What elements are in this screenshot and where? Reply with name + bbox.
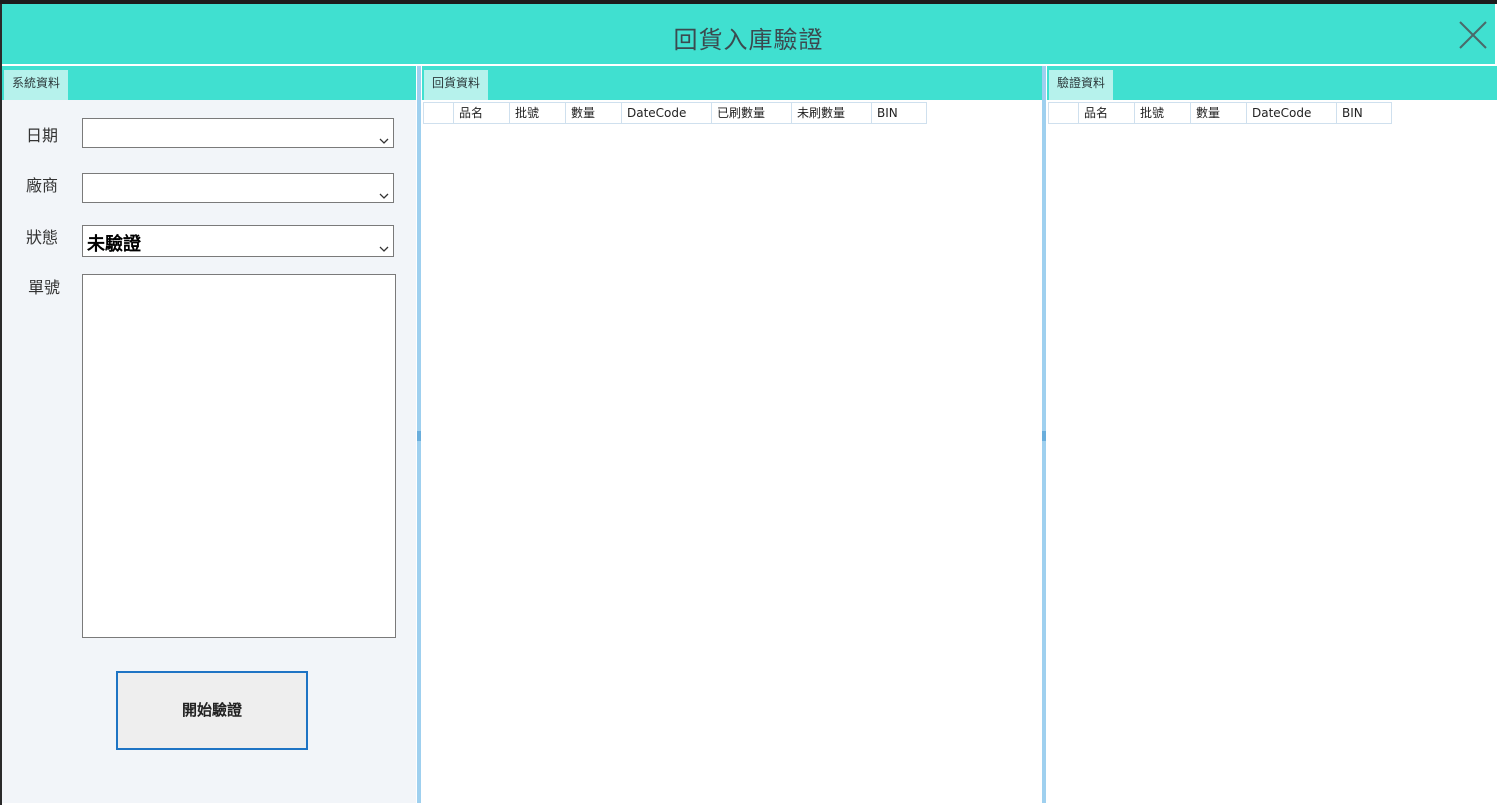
status-label: 狀態 xyxy=(25,228,58,247)
order-number-textarea[interactable] xyxy=(82,274,396,638)
column-header[interactable]: 品名 xyxy=(1079,103,1135,123)
start-verify-button[interactable]: 開始驗證 xyxy=(116,671,308,750)
vendor-combobox[interactable] xyxy=(82,173,394,203)
column-header[interactable]: 已刷數量 xyxy=(712,103,792,123)
vendor-label: 廠商 xyxy=(25,176,58,195)
chevron-down-icon xyxy=(379,130,389,149)
column-header[interactable]: 數量 xyxy=(1191,103,1247,123)
tab-verify-data[interactable]: 驗證資料 xyxy=(1049,70,1114,100)
grid-row-header xyxy=(424,103,454,123)
return-data-header: 回貨資料 xyxy=(422,66,1042,100)
return-data-grid[interactable]: 品名 批號 數量 DateCode 已刷數量 未刷數量 BIN xyxy=(423,102,927,124)
column-header[interactable]: 批號 xyxy=(510,103,566,123)
chevron-down-icon xyxy=(379,238,389,257)
column-header[interactable]: DateCode xyxy=(622,103,712,123)
verify-data-panel: 驗證資料 品名 批號 數量 DateCode BIN xyxy=(1047,66,1497,803)
window-title: 回貨入庫驗證 xyxy=(673,26,824,54)
column-header[interactable]: DateCode xyxy=(1247,103,1337,123)
return-data-panel: 回貨資料 品名 批號 數量 DateCode 已刷數量 未刷數量 BIN xyxy=(422,66,1042,803)
column-header[interactable]: 批號 xyxy=(1135,103,1191,123)
status-value: 未驗證 xyxy=(87,234,141,255)
splitter-handle[interactable] xyxy=(417,431,421,441)
system-data-header: 系統資料 xyxy=(2,66,416,100)
title-bar: 回貨入庫驗證 xyxy=(2,4,1495,64)
date-label: 日期 xyxy=(25,126,58,145)
splitter-left[interactable] xyxy=(417,66,421,803)
tab-system-data[interactable]: 系統資料 xyxy=(4,70,69,100)
chevron-down-icon xyxy=(379,185,389,204)
system-data-panel: 系統資料 日期 廠商 狀態 未驗證 單號 開始驗證 xyxy=(2,66,416,803)
grid-row-header xyxy=(1049,103,1079,123)
app-window: 回貨入庫驗證 系統資料 日期 廠商 狀態 未驗證 單號 開始驗證 回貨資料 品名… xyxy=(0,0,1497,805)
column-header[interactable]: 品名 xyxy=(454,103,510,123)
close-icon[interactable] xyxy=(1458,20,1488,50)
verify-data-header: 驗證資料 xyxy=(1047,66,1497,100)
column-header[interactable]: BIN xyxy=(872,103,926,123)
verify-data-grid[interactable]: 品名 批號 數量 DateCode BIN xyxy=(1048,102,1392,124)
splitter-right[interactable] xyxy=(1042,66,1046,803)
splitter-handle[interactable] xyxy=(1042,431,1046,441)
status-combobox[interactable]: 未驗證 xyxy=(82,225,394,257)
column-header[interactable]: 未刷數量 xyxy=(792,103,872,123)
order-label: 單號 xyxy=(27,278,60,297)
tab-return-data[interactable]: 回貨資料 xyxy=(424,70,489,100)
column-header[interactable]: BIN xyxy=(1337,103,1391,123)
date-combobox[interactable] xyxy=(82,118,394,148)
column-header[interactable]: 數量 xyxy=(566,103,622,123)
